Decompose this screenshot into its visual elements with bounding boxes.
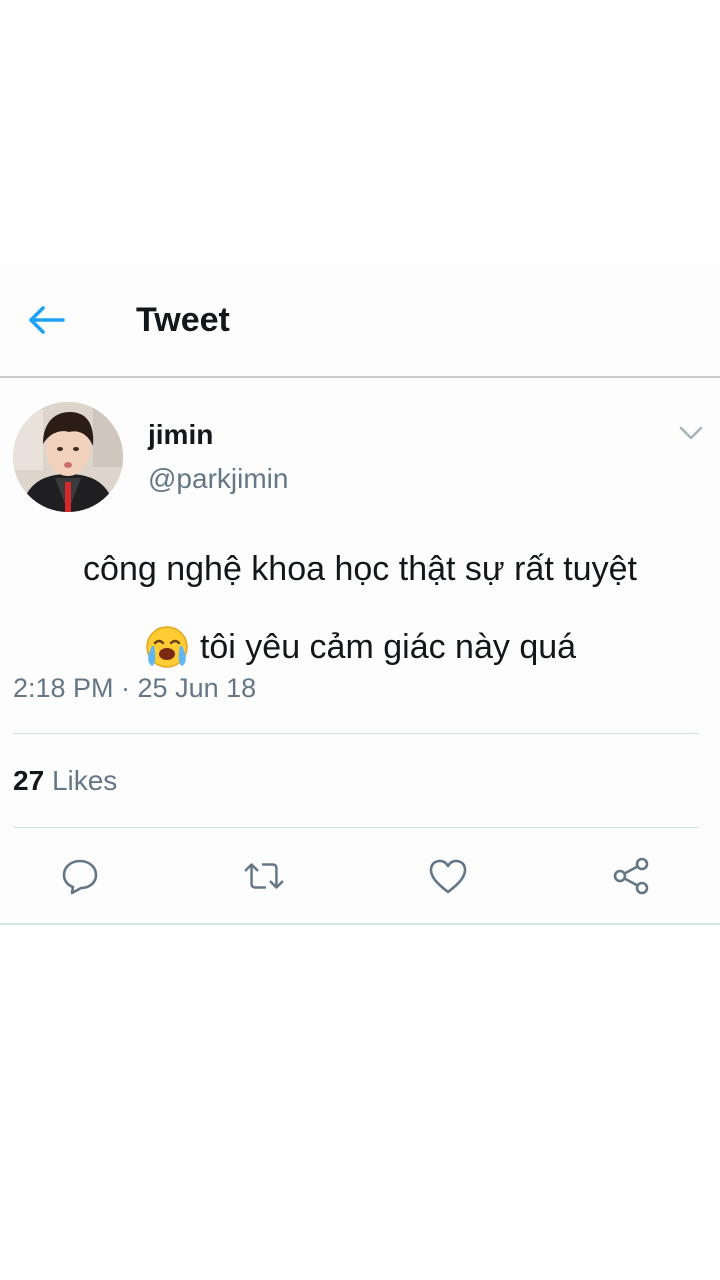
retweet-button[interactable] [242,854,286,898]
chevron-down-icon [679,426,703,440]
tweet-text-line-1: công nghệ khoa học thật sự rất tuyệt [83,550,637,588]
likes-count: 27 [13,765,45,796]
top-app-bar: Tweet [0,266,720,378]
tweet-text-line-2: tôi yêu cảm giác này quá [199,628,577,666]
divider [13,827,699,828]
reply-icon [62,859,98,895]
share-button[interactable] [609,854,653,898]
share-icon [613,857,649,895]
tweet-timestamp[interactable]: 2:18 PM · 25 Jun 18 [13,672,256,704]
arrow-left-icon [29,306,65,334]
back-button[interactable] [22,299,70,341]
like-button[interactable] [426,854,470,898]
profile-photo [13,402,123,512]
heart-icon [429,859,467,894]
likes-stat[interactable]: 27 Likes [13,764,117,798]
tweet-detail-card: Tweet jimin @parkjimin công nghệ khoa họ… [0,266,720,926]
retweet-icon [244,863,284,889]
divider [13,733,699,734]
likes-label: Likes [51,765,118,796]
user-handle[interactable]: @parkjimin [148,462,288,496]
reply-button[interactable] [58,854,102,898]
tweet-options-button[interactable] [676,420,706,446]
avatar[interactable] [13,402,123,512]
page-title: Tweet [136,301,230,339]
card-bottom-border [0,923,720,925]
display-name[interactable]: jimin [148,418,213,452]
loudly-crying-face-icon [146,626,188,668]
